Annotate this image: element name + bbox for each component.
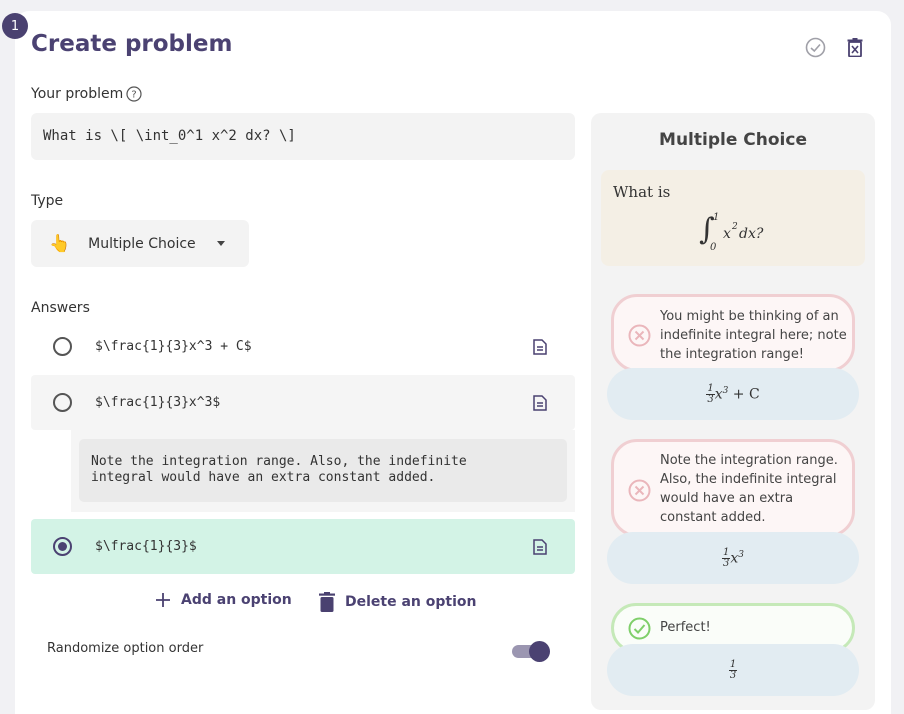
svg-text:?: ? (131, 90, 136, 101)
delete-option-label: Delete an option (345, 594, 477, 610)
cross-circle-icon (628, 479, 651, 502)
answer-text[interactable]: $\frac{1}{3}x^3 + C$ (95, 339, 252, 354)
page-title: Create problem (31, 31, 233, 57)
preview-answer-pill[interactable]: 1 3 x3 (607, 532, 859, 584)
plus-icon (156, 593, 170, 607)
randomize-toggle[interactable] (512, 641, 550, 662)
integral-upper: 1 (713, 212, 720, 223)
feedback-doc-icon[interactable] (533, 394, 547, 411)
integral-lower: 0 (710, 242, 717, 253)
toggle-knob (529, 641, 550, 662)
type-label: Type (31, 193, 64, 209)
preview-answer-math: 13 (728, 658, 738, 681)
add-option-label: Add an option (181, 592, 292, 608)
preview-feedback-text: Perfect! (660, 620, 711, 635)
integrand-exp: 2 (732, 222, 738, 232)
check-circle-icon (628, 617, 651, 640)
type-select[interactable]: 👆 Multiple Choice (31, 220, 249, 267)
preview-question-text: What is (613, 183, 671, 201)
preview-question: What is ∫ 1 0 x 2 dx? (601, 170, 865, 266)
preview-answer-math: 1 3 x3 (721, 546, 744, 569)
preview-title: Multiple Choice (659, 130, 807, 150)
preview-feedback-bubble: Note the integration range. Also, the in… (611, 439, 855, 537)
integrand-var: x (723, 226, 731, 242)
answer-text[interactable]: $\frac{1}{3}x^3$ (95, 395, 220, 410)
cross-circle-icon (628, 324, 651, 347)
step-badge: 1 (2, 13, 28, 39)
trash-icon (319, 592, 335, 612)
feedback-doc-icon[interactable] (533, 338, 547, 355)
answer-text[interactable]: $\frac{1}{3}$ (95, 539, 197, 554)
help-icon[interactable]: ? (126, 86, 142, 102)
answer-radio[interactable] (53, 393, 72, 412)
integrand-dx: dx? (739, 226, 764, 242)
caret-down-icon (217, 241, 225, 246)
answer-option: $\frac{1}{3}$ (31, 519, 575, 574)
answer-option: $\frac{1}{3}x^3$ (31, 375, 575, 430)
preview-integral: ∫ 1 0 x 2 dx? (699, 210, 789, 258)
preview-feedback-bubble: You might be thinking of an indefinite i… (611, 294, 855, 372)
delete-problem-icon[interactable] (844, 36, 866, 58)
check-icon[interactable] (804, 36, 826, 58)
preview-answer-pill[interactable]: 1 3 x3 + C (607, 368, 859, 420)
feedback-doc-icon[interactable] (533, 538, 547, 555)
problem-input[interactable]: What is \[ \int_0^1 x^2 dx? \] (31, 113, 575, 160)
answer-radio[interactable] (53, 337, 72, 356)
preview-answer-math: 1 3 x3 + C (706, 382, 760, 405)
feedback-input[interactable]: Note the integration range. Also, the in… (79, 439, 567, 502)
type-select-value: Multiple Choice (88, 235, 196, 252)
add-option-button[interactable]: Add an option (155, 592, 292, 608)
preview-answer-pill[interactable]: 13 (607, 644, 859, 696)
delete-option-button[interactable]: Delete an option (319, 592, 476, 612)
randomize-label: Randomize option order (47, 641, 204, 656)
preview-feedback-text: Note the integration range. Also, the in… (660, 453, 838, 525)
answer-radio[interactable] (53, 537, 72, 556)
problem-label: Your problem (31, 86, 124, 102)
answers-label: Answers (31, 300, 90, 316)
preview-feedback-text: You might be thinking of an indefinite i… (660, 309, 847, 362)
pointing-hand-icon: 👆 (49, 233, 71, 254)
answer-option: $\frac{1}{3}x^3 + C$ (31, 319, 575, 374)
